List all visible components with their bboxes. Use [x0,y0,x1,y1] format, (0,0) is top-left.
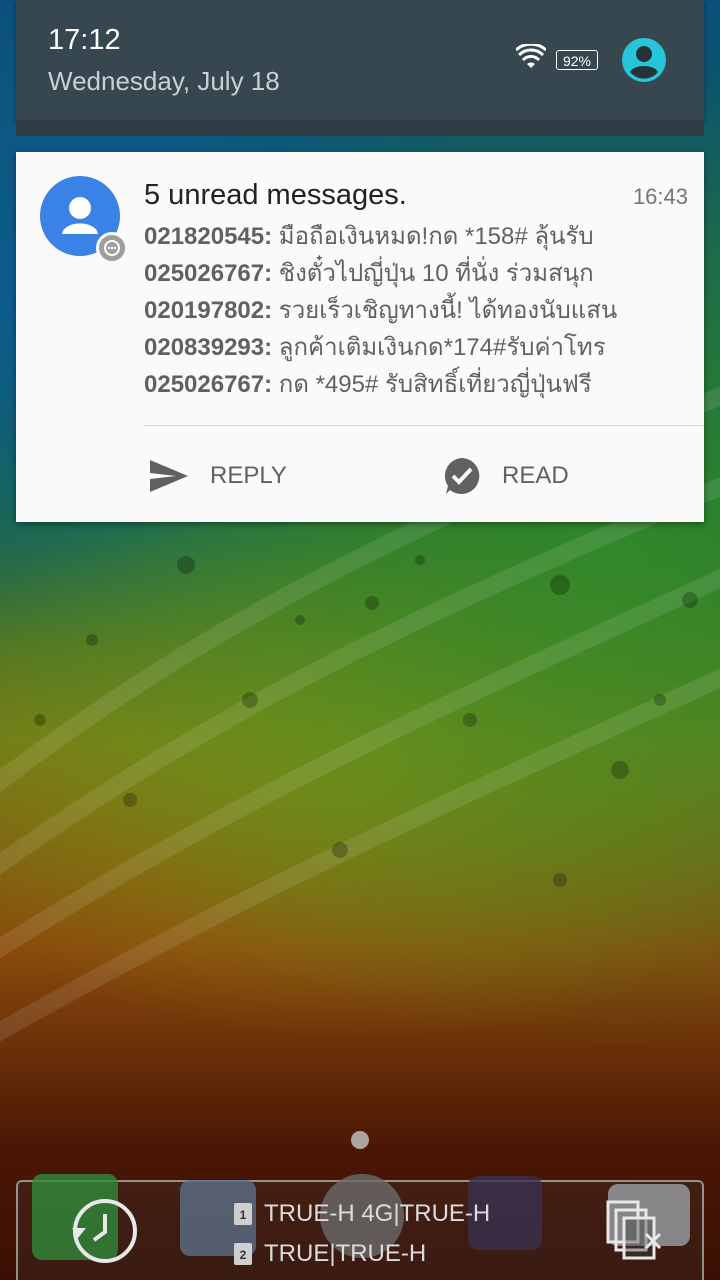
sim1-carrier: TRUE-H 4G|TRUE-H [264,1200,491,1227]
message-text: มือถือเงินหมด!กด *158# ลุ้นรับ [278,223,594,250]
bottom-dock: 1 TRUE-H 4G|TRUE-H 2 TRUE|TRUE-H [16,1174,704,1280]
sender-number: 025026767: [144,260,273,287]
sender-number: 021820545: [144,223,273,250]
battery-icon: 92% [556,50,598,70]
message-line: 020197802: รวยเร็วเชิญทางนี้! ได้ทองนับแ… [144,292,692,329]
sender-number: 025026767: [144,371,273,398]
sim2-status: 2 TRUE|TRUE-H [234,1240,426,1268]
notification-title: 5 unread messages. [144,179,407,211]
quick-settings-header: 17:12 Wednesday, July 18 92% [16,0,704,120]
notification-time: 16:43 [632,184,688,209]
mark-read-button[interactable]: READ [442,448,569,504]
message-text: รวยเร็วเชิญทางนี้! ได้ทองนับแสน [278,297,618,324]
message-text: ลูกค้าเติมเงินกด*174#รับค่าโทร [278,334,606,361]
close-all-windows-icon[interactable] [606,1200,666,1266]
page-indicator [351,1131,369,1149]
message-line: 020839293: ลูกค้าเติมเงินกด*174#รับค่าโท… [144,329,692,366]
reply-button[interactable]: REPLY [148,448,287,504]
date: Wednesday, July 18 [48,66,280,96]
history-clock-icon[interactable] [68,1194,142,1268]
clock: 17:12 [48,24,121,56]
read-label: READ [502,462,569,489]
message-text: ชิงตั๋วไปญี่ปุ่น 10 ที่นั่ง ร่วมสนุก [278,260,594,287]
check-bubble-icon [444,458,480,494]
message-line: 025026767: ชิงตั๋วไปญี่ปุ่น 10 ที่นั่ง ร… [144,255,692,292]
header-bottom-strip [16,120,704,136]
sender-number: 020197802: [144,297,273,324]
message-text: กด *495# รับสิทธิ์เที่ยวญี่ปุ่นฟรี [278,371,592,398]
wifi-icon [516,44,546,68]
message-list: 021820545: มือถือเงินหมด!กด *158# ลุ้นรั… [144,218,692,403]
reply-label: REPLY [210,462,287,489]
send-icon [150,460,188,492]
message-badge-icon [96,232,128,264]
sender-number: 020839293: [144,334,273,361]
sim2-carrier: TRUE|TRUE-H [264,1240,427,1267]
sim-card-icon: 2 [234,1243,252,1265]
message-line: 021820545: มือถือเงินหมด!กด *158# ลุ้นรั… [144,218,692,255]
sim-card-icon: 1 [234,1203,252,1225]
sms-notification[interactable]: 5 unread messages. 16:43 021820545: มือถ… [16,152,704,522]
actions-divider [144,425,704,426]
user-account-icon[interactable] [622,38,666,82]
message-line: 025026767: กด *495# รับสิทธิ์เที่ยวญี่ปุ… [144,366,692,403]
sim1-status: 1 TRUE-H 4G|TRUE-H [234,1200,490,1228]
